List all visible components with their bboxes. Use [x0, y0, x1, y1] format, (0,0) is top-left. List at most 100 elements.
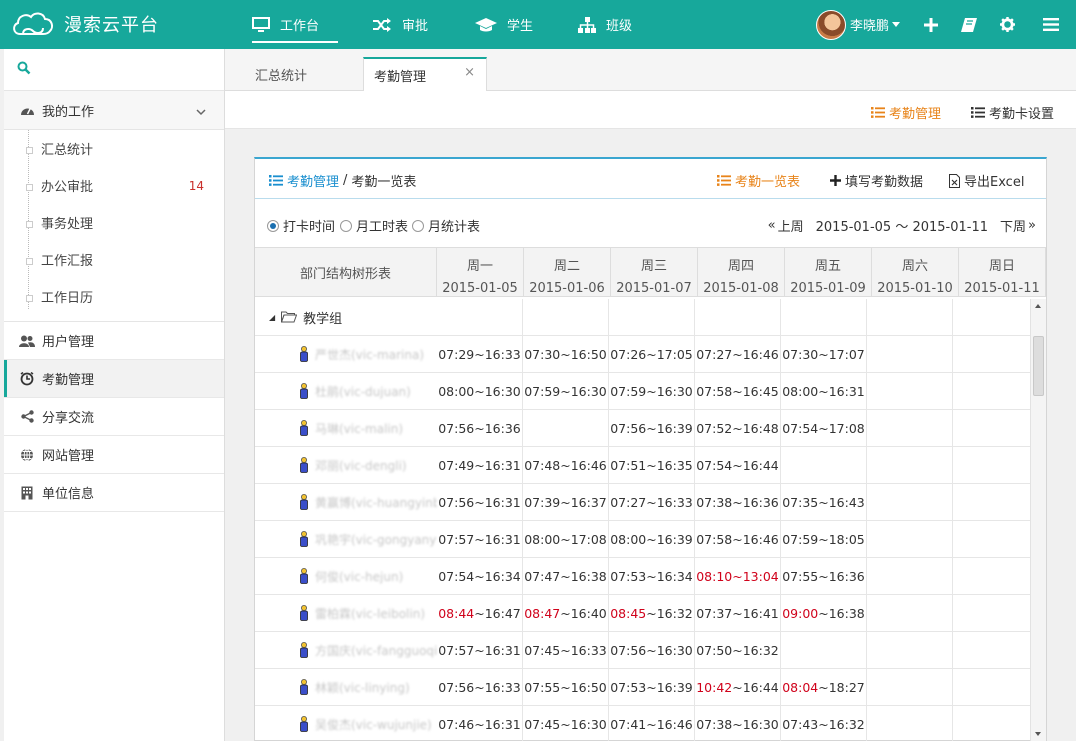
- time-cell[interactable]: [867, 521, 953, 558]
- nav-students[interactable]: 学生: [463, 0, 566, 49]
- time-cell[interactable]: 07:58 ~16:45: [695, 373, 781, 410]
- time-cell[interactable]: [867, 484, 953, 521]
- time-cell[interactable]: [953, 706, 1039, 741]
- triangle-expanded-icon[interactable]: ◢: [269, 313, 275, 322]
- time-cell[interactable]: 07:54 ~16:34: [437, 558, 523, 595]
- sidebar-item-attendance[interactable]: 考勤管理: [4, 360, 224, 398]
- time-cell[interactable]: 07:59 ~16:30: [523, 373, 609, 410]
- time-cell[interactable]: 07:37 ~16:41: [695, 595, 781, 632]
- time-cell[interactable]: [523, 410, 609, 447]
- time-cell[interactable]: 07:51 ~16:35: [609, 447, 695, 484]
- overview-button[interactable]: 考勤一览表: [717, 171, 800, 190]
- time-cell[interactable]: 07:53 ~16:39: [609, 669, 695, 706]
- time-cell[interactable]: [867, 299, 953, 336]
- time-cell[interactable]: 08:47 ~16:40: [523, 595, 609, 632]
- hamburger-menu-icon[interactable]: [1026, 18, 1076, 31]
- time-cell[interactable]: [867, 410, 953, 447]
- time-cell[interactable]: [695, 299, 781, 336]
- employee-name-cell[interactable]: 邓丽(vic-dengli): [255, 447, 437, 484]
- time-cell[interactable]: 08:04 ~18:27: [781, 669, 867, 706]
- sidebar-item-user-management[interactable]: 用户管理: [4, 322, 224, 360]
- time-cell[interactable]: 08:00 ~16:31: [781, 373, 867, 410]
- sidebar-item-summary[interactable]: 汇总统计: [4, 130, 224, 167]
- nav-approval[interactable]: 审批: [360, 0, 463, 49]
- tab-summary[interactable]: 汇总统计: [225, 57, 363, 91]
- time-cell[interactable]: 07:47 ~16:38: [523, 558, 609, 595]
- time-cell[interactable]: 07:56 ~16:30: [609, 632, 695, 669]
- time-cell[interactable]: [953, 669, 1039, 706]
- time-cell[interactable]: [781, 299, 867, 336]
- time-cell[interactable]: [867, 669, 953, 706]
- time-cell[interactable]: [867, 706, 953, 741]
- avatar[interactable]: [815, 9, 846, 40]
- tab-attendance[interactable]: 考勤管理 ×: [363, 57, 487, 92]
- time-cell[interactable]: 07:58 ~16:46: [695, 521, 781, 558]
- employee-name-cell[interactable]: 杜鹃(vic-dujuan): [255, 373, 437, 410]
- time-cell[interactable]: 07:59 ~18:05: [781, 521, 867, 558]
- time-cell[interactable]: [867, 558, 953, 595]
- employee-name-cell[interactable]: 马琳(vic-malin): [255, 410, 437, 447]
- time-cell[interactable]: 07:26 ~17:05: [609, 336, 695, 373]
- time-cell[interactable]: 07:59 ~16:30: [609, 373, 695, 410]
- sidebar-item-share[interactable]: 分享交流: [4, 398, 224, 436]
- time-cell[interactable]: [953, 595, 1039, 632]
- time-cell[interactable]: [953, 521, 1039, 558]
- employee-name-cell[interactable]: 何俊(vic-hejun): [255, 558, 437, 595]
- radio-monthly-hours[interactable]: 月工时表: [340, 216, 408, 235]
- book-icon[interactable]: [950, 17, 988, 32]
- prev-week-button[interactable]: « 上周: [768, 216, 804, 235]
- employee-name-cell[interactable]: 林颖(vic-linying): [255, 669, 437, 706]
- nav-workbench[interactable]: 工作台: [240, 0, 360, 49]
- time-cell[interactable]: 07:43 ~16:32: [781, 706, 867, 741]
- time-cell[interactable]: [953, 299, 1039, 336]
- time-cell[interactable]: 07:30 ~16:50: [523, 336, 609, 373]
- search-icon[interactable]: [17, 61, 31, 79]
- time-cell[interactable]: 07:57 ~16:31: [437, 521, 523, 558]
- employee-name-cell[interactable]: 巩艳宇(vic-gongyanyu): [255, 521, 437, 558]
- sidebar-search[interactable]: [4, 49, 224, 91]
- time-cell[interactable]: [953, 373, 1039, 410]
- scrollbar-thumb[interactable]: [1033, 336, 1044, 396]
- employee-name-cell[interactable]: 雷柏霖(vic-leibolin): [255, 595, 437, 632]
- sidebar-item-website[interactable]: 网站管理: [4, 436, 224, 474]
- time-cell[interactable]: 09:00 ~16:38: [781, 595, 867, 632]
- time-cell[interactable]: 07:41 ~16:46: [609, 706, 695, 741]
- plus-icon[interactable]: [912, 17, 950, 32]
- time-cell[interactable]: [781, 447, 867, 484]
- time-cell[interactable]: [953, 336, 1039, 373]
- time-cell[interactable]: [867, 336, 953, 373]
- time-cell[interactable]: [609, 299, 695, 336]
- time-cell[interactable]: 07:29 ~16:33: [437, 336, 523, 373]
- time-cell[interactable]: 07:27 ~16:33: [609, 484, 695, 521]
- time-cell[interactable]: [953, 410, 1039, 447]
- time-cell[interactable]: 07:56 ~16:33: [437, 669, 523, 706]
- time-cell[interactable]: 07:56 ~16:39: [609, 410, 695, 447]
- time-cell[interactable]: 08:45 ~16:32: [609, 595, 695, 632]
- nav-classes[interactable]: 班级: [566, 0, 666, 49]
- time-cell[interactable]: 07:39 ~16:37: [523, 484, 609, 521]
- time-cell[interactable]: 07:52 ~16:48: [695, 410, 781, 447]
- sidebar-item-unit-info[interactable]: 单位信息: [4, 474, 224, 512]
- sidebar-item-office-approval[interactable]: 办公审批 14: [4, 167, 224, 204]
- time-cell[interactable]: [953, 484, 1039, 521]
- time-cell[interactable]: 07:45 ~16:33: [523, 632, 609, 669]
- tree-group-node[interactable]: ◢ 教学组: [255, 299, 437, 336]
- scroll-down-icon[interactable]: [1035, 732, 1041, 736]
- scroll-up-icon[interactable]: [1035, 304, 1041, 308]
- app-logo[interactable]: 漫索云平台: [10, 8, 159, 40]
- time-cell[interactable]: [781, 632, 867, 669]
- employee-name-cell[interactable]: 黄赢博(vic-huangyinbo): [255, 484, 437, 521]
- time-cell[interactable]: 07:57 ~16:31: [437, 632, 523, 669]
- time-cell[interactable]: 07:50 ~16:32: [695, 632, 781, 669]
- time-cell[interactable]: 07:27 ~16:46: [695, 336, 781, 373]
- radio-monthly-stats[interactable]: 月统计表: [412, 216, 480, 235]
- employee-name-cell[interactable]: 吴俊杰(vic-wujunjie): [255, 706, 437, 741]
- sidebar-group-my-work[interactable]: 我的工作: [4, 91, 224, 130]
- time-cell[interactable]: 07:53 ~16:34: [609, 558, 695, 595]
- time-cell[interactable]: 07:55 ~16:50: [523, 669, 609, 706]
- time-cell[interactable]: 07:56 ~16:31: [437, 484, 523, 521]
- close-icon[interactable]: ×: [464, 65, 475, 80]
- card-settings-button[interactable]: 考勤卡设置: [971, 103, 1054, 122]
- radio-punch-time[interactable]: 打卡时间: [267, 216, 335, 235]
- time-cell[interactable]: [867, 632, 953, 669]
